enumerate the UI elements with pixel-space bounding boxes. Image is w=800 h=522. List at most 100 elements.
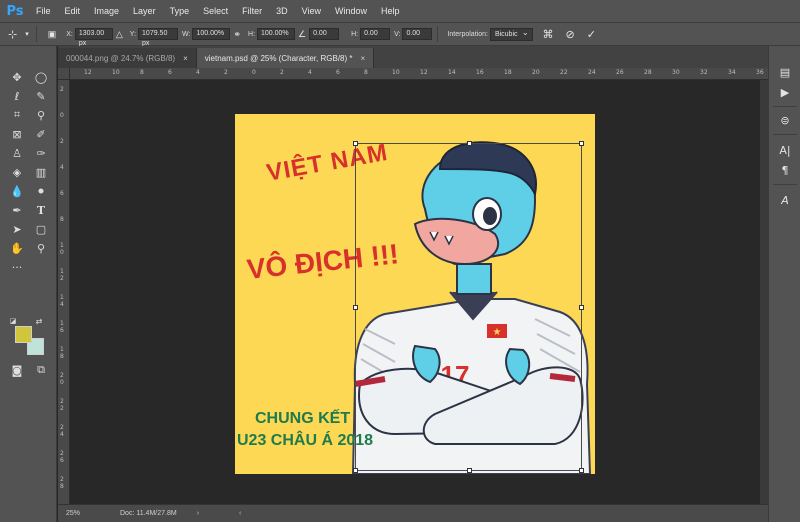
pen-icon[interactable]: ✒	[8, 201, 26, 219]
glyphs-panel-icon[interactable]: A	[777, 192, 793, 208]
paragraph-panel-icon[interactable]: ¶	[777, 162, 793, 178]
brush-icon[interactable]: ✐	[32, 125, 50, 143]
default-colors-icon[interactable]: ◪	[8, 316, 18, 326]
history-brush-icon[interactable]: ✑	[32, 144, 50, 162]
gradient-icon[interactable]: ▥	[32, 163, 50, 181]
chevron-down-icon[interactable]: ▾	[25, 30, 29, 38]
transform-handle[interactable]	[467, 141, 472, 146]
reference-point-icon[interactable]: ▣	[48, 29, 57, 40]
status-bar: 25% Doc: 11.4M/27.8M › ‹	[58, 504, 768, 522]
more-tools-icon[interactable]: ···	[8, 258, 26, 276]
status-menu-arrow-icon[interactable]: ›	[197, 510, 199, 517]
path-select-icon[interactable]: ➤	[8, 220, 26, 238]
link-icon[interactable]: ⚭	[233, 29, 241, 40]
eraser-icon[interactable]: ◈	[8, 163, 26, 181]
transform-bounding-box[interactable]	[353, 141, 584, 473]
play-actions-icon[interactable]: ▶	[777, 84, 793, 100]
ruler-tick-label: 0	[252, 69, 256, 76]
quick-mask-icon[interactable]: ◙	[8, 361, 26, 379]
warp-icon[interactable]: ⌘	[543, 28, 554, 41]
x-field[interactable]: 1303.00 px	[74, 28, 113, 47]
blur-icon[interactable]: 💧	[8, 182, 26, 200]
subtitle-line2[interactable]: U23 CHÂU Á 2018	[237, 432, 373, 450]
ruler-tick-label: 8	[140, 69, 144, 76]
w-field[interactable]: 100.00%	[192, 28, 231, 40]
menu-view[interactable]: View	[302, 6, 321, 16]
vskew-field[interactable]: 0.00	[402, 28, 433, 40]
menu-help[interactable]: Help	[381, 6, 400, 16]
cancel-icon[interactable]: ⊘	[566, 28, 575, 41]
dodge-icon[interactable]: ⚫	[32, 182, 50, 200]
close-icon[interactable]: ×	[183, 54, 188, 63]
eyedropper-icon[interactable]: ⚲	[32, 106, 50, 124]
scroll-left-icon[interactable]: ‹	[239, 510, 241, 517]
move-icon[interactable]: ✥	[8, 68, 26, 86]
close-icon[interactable]: ×	[360, 54, 365, 63]
delta-icon[interactable]: △	[116, 29, 123, 40]
ruler-tick-label: 1 6	[60, 320, 64, 334]
menu-layer[interactable]: Layer	[133, 6, 156, 16]
ruler-origin[interactable]	[58, 68, 70, 80]
ruler-tick-label: 8	[60, 216, 64, 223]
y-field[interactable]: 1079.50 px	[138, 28, 179, 47]
menu-3d[interactable]: 3D	[276, 6, 288, 16]
tab-000044[interactable]: 000044.png @ 24.7% (RGB/8) ×	[58, 48, 197, 68]
transform-handle[interactable]	[579, 305, 584, 310]
commit-icon[interactable]: ✓	[587, 28, 596, 41]
layer-comps-icon[interactable]: ⊜	[777, 112, 793, 128]
type-icon[interactable]: T	[32, 201, 50, 219]
menu-type[interactable]: Type	[170, 6, 190, 16]
ruler-tick-label: 36	[756, 69, 764, 76]
frame-icon[interactable]: ⊠	[8, 125, 26, 143]
ruler-tick-label: 12	[420, 69, 428, 76]
hskew-label: H:	[351, 30, 359, 38]
character-panel-icon[interactable]: A|	[777, 142, 793, 158]
ruler-tick-label: 2 0	[60, 372, 64, 386]
panel-grip[interactable]	[0, 46, 57, 60]
transform-handle[interactable]	[353, 305, 358, 310]
horizontal-ruler[interactable]: 12 10 8 6 4 2 0 2 4 6 8 10 12 14 16 18 20 22 24 26 28 30 32 34 3…	[58, 68, 768, 80]
crop-icon[interactable]: ⌗	[8, 106, 26, 124]
transform-handle[interactable]	[353, 468, 358, 473]
menu-filter[interactable]: Filter	[242, 6, 262, 16]
tab-label: 000044.png @ 24.7% (RGB/8)	[66, 53, 176, 63]
hand-icon[interactable]: ✋	[8, 239, 26, 257]
menu-file[interactable]: File	[36, 6, 51, 16]
ruler-tick-label: 2 4	[60, 424, 64, 438]
h-field[interactable]: 100.00%	[257, 28, 296, 40]
menu-edit[interactable]: Edit	[65, 6, 81, 16]
screen-mode-icon[interactable]: ⧉	[32, 361, 50, 379]
transform-handle[interactable]	[467, 468, 472, 473]
menu-window[interactable]: Window	[335, 6, 367, 16]
menu-select[interactable]: Select	[203, 6, 228, 16]
quick-select-icon[interactable]: ✎	[32, 87, 50, 105]
tab-vietnam[interactable]: vietnam.psd @ 25% (Character, RGB/8) * ×	[196, 48, 375, 68]
interpolation-select[interactable]: Bicubic	[489, 27, 533, 41]
ruler-tick-label: 2 6	[60, 450, 64, 464]
angle-icon: ∠	[298, 28, 307, 39]
vertical-ruler[interactable]: 2 0 2 4 6 8 1 0 1 2 1 4 1 6 1 8 2 0 2 2 2 4 2 6 2 8	[58, 80, 70, 504]
ruler-tick-label: 28	[644, 69, 652, 76]
transform-handle[interactable]	[579, 141, 584, 146]
ruler-tick-label: 24	[588, 69, 596, 76]
transform-handle[interactable]	[353, 141, 358, 146]
subtitle-line1[interactable]: CHUNG KẾT	[255, 410, 350, 428]
foreground-color-swatch[interactable]	[15, 326, 32, 343]
ruler-tick-label: 14	[448, 69, 456, 76]
stamp-icon[interactable]: ♙	[8, 144, 26, 162]
hskew-field[interactable]: 0.00	[360, 28, 391, 40]
lasso-icon[interactable]: ℓ	[8, 87, 26, 105]
angle-field[interactable]: 0.00	[309, 28, 340, 40]
shape-icon[interactable]: ▢	[32, 220, 50, 238]
marquee-icon[interactable]: ◯	[32, 68, 50, 86]
history-icon[interactable]: ▤	[777, 64, 793, 80]
transform-preset-icon[interactable]: ⊹	[8, 28, 17, 41]
swap-colors-icon[interactable]: ⇄	[34, 316, 44, 326]
zoom-icon[interactable]: ⚲	[32, 239, 50, 257]
zoom-field[interactable]: 25%	[58, 510, 98, 517]
transform-handle[interactable]	[579, 468, 584, 473]
photoshop-logo: Ps	[6, 3, 24, 19]
menu-image[interactable]: Image	[94, 6, 119, 16]
ruler-tick-label: 2	[280, 69, 284, 76]
vertical-scrollbar[interactable]	[760, 80, 768, 504]
